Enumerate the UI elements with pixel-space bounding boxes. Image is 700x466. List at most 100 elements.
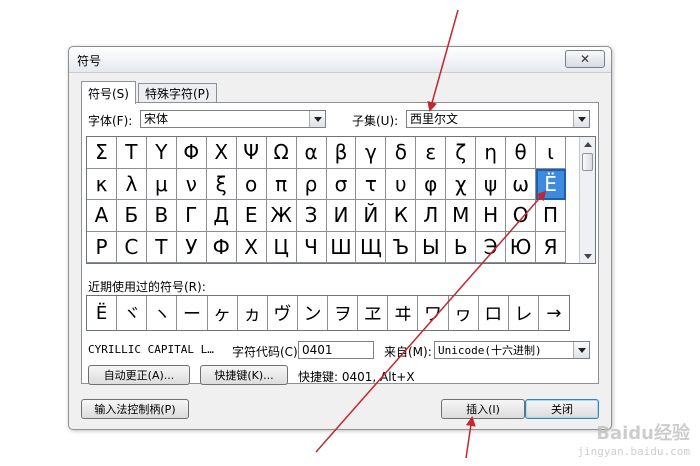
- symbol-cell[interactable]: Ь: [446, 231, 477, 263]
- recent-symbol-cell[interactable]: ヾ: [117, 296, 148, 330]
- symbol-cell[interactable]: Б: [116, 200, 147, 232]
- symbol-cell[interactable]: Ж: [266, 200, 297, 232]
- symbol-cell[interactable]: Й: [356, 200, 387, 232]
- symbol-cell[interactable]: Ю: [506, 231, 537, 263]
- recent-symbol-cell[interactable]: ヶ: [207, 296, 238, 330]
- symbol-cell[interactable]: О: [506, 200, 537, 232]
- symbol-cell[interactable]: П: [536, 200, 566, 232]
- symbol-cell[interactable]: α: [296, 137, 327, 169]
- symbol-grid-scrollbar[interactable]: [579, 137, 595, 263]
- autocorrect-button[interactable]: 自动更正(A)...: [88, 365, 190, 385]
- from-select[interactable]: Unicode(十六进制): [434, 341, 590, 359]
- symbol-cell[interactable]: χ: [446, 168, 477, 200]
- symbol-cell[interactable]: Я: [536, 231, 566, 263]
- recent-symbol-cell[interactable]: ワ: [418, 296, 449, 330]
- close-window-button[interactable]: ✕: [565, 50, 605, 68]
- font-select[interactable]: 宋体: [140, 110, 326, 128]
- symbol-cell[interactable]: Ч: [296, 231, 327, 263]
- symbol-cell[interactable]: А: [87, 200, 117, 232]
- tab-symbols[interactable]: 符号(S): [81, 81, 136, 104]
- symbol-cell[interactable]: Ф: [206, 231, 237, 263]
- close-button[interactable]: 关闭: [525, 399, 599, 419]
- recent-symbol-cell[interactable]: ヰ: [388, 296, 419, 330]
- symbol-cell[interactable]: γ: [356, 137, 387, 169]
- symbol-cell[interactable]: Л: [416, 200, 447, 232]
- tab-special-characters[interactable]: 特殊字符(P): [138, 83, 217, 103]
- recent-symbol-cell[interactable]: ヲ: [328, 296, 359, 330]
- symbol-cell[interactable]: Ш: [326, 231, 357, 263]
- symbol-cell[interactable]: λ: [116, 168, 147, 200]
- symbol-cell[interactable]: δ: [386, 137, 417, 169]
- symbol-cell[interactable]: ι: [536, 137, 566, 169]
- symbol-cell[interactable]: Р: [87, 231, 117, 263]
- recent-symbol-cell[interactable]: →: [538, 296, 569, 330]
- symbol-cell[interactable]: υ: [386, 168, 417, 200]
- recent-symbol-cell[interactable]: ー: [177, 296, 208, 330]
- symbol-cell[interactable]: ρ: [296, 168, 327, 200]
- char-code-input[interactable]: 0401: [298, 341, 374, 359]
- scrollbar-thumb[interactable]: [582, 153, 593, 171]
- chevron-down-icon[interactable]: [573, 111, 589, 127]
- symbol-cell[interactable]: Ы: [416, 231, 447, 263]
- scroll-up-icon[interactable]: [580, 137, 595, 151]
- symbol-cell[interactable]: Э: [476, 231, 507, 263]
- recent-symbol-cell[interactable]: ロ: [478, 296, 509, 330]
- symbol-cell[interactable]: ξ: [206, 168, 237, 200]
- symbol-cell[interactable]: Х: [236, 231, 267, 263]
- symbol-cell[interactable]: ψ: [476, 168, 507, 200]
- chevron-down-icon[interactable]: [309, 111, 325, 127]
- recent-symbol-cell[interactable]: レ: [508, 296, 539, 330]
- recent-symbol-cell[interactable]: ン: [297, 296, 328, 330]
- chevron-down-icon[interactable]: [573, 342, 589, 358]
- symbol-cell[interactable]: Щ: [356, 231, 387, 263]
- shortcut-key-button[interactable]: 快捷键(K)...: [200, 365, 288, 385]
- symbol-cell[interactable]: Ω: [266, 137, 297, 169]
- symbol-cell[interactable]: θ: [506, 137, 537, 169]
- symbol-cell[interactable]: З: [296, 200, 327, 232]
- symbol-cell[interactable]: Φ: [176, 137, 207, 169]
- symbol-cell[interactable]: К: [386, 200, 417, 232]
- symbol-cell[interactable]: И: [326, 200, 357, 232]
- symbol-cell[interactable]: Σ: [87, 137, 117, 169]
- recent-symbol-cell[interactable]: ヽ: [147, 296, 178, 330]
- symbol-cell[interactable]: Υ: [146, 137, 177, 169]
- symbol-cell[interactable]: Τ: [116, 137, 147, 169]
- symbol-cell[interactable]: ο: [236, 168, 267, 200]
- ime-control-button[interactable]: 输入法控制柄(P): [81, 399, 189, 419]
- symbol-cell[interactable]: μ: [146, 168, 177, 200]
- recent-symbol-cell[interactable]: Ë: [87, 296, 118, 330]
- symbol-cell[interactable]: ζ: [446, 137, 477, 169]
- symbol-cell[interactable]: ω: [506, 168, 537, 200]
- insert-button[interactable]: 插入(I): [441, 399, 525, 419]
- symbol-cell[interactable]: Ъ: [386, 231, 417, 263]
- symbol-cell[interactable]: ε: [416, 137, 447, 169]
- symbol-cell[interactable]: У: [176, 231, 207, 263]
- recent-symbol-cell[interactable]: ヵ: [237, 296, 268, 330]
- subset-label: 子集(U):: [352, 114, 399, 128]
- recent-symbol-cell[interactable]: ヮ: [448, 296, 479, 330]
- recent-symbol-cell[interactable]: ヴ: [267, 296, 298, 330]
- symbol-cell[interactable]: М: [446, 200, 477, 232]
- symbol-cell[interactable]: В: [146, 200, 177, 232]
- symbol-cell[interactable]: τ: [356, 168, 387, 200]
- symbol-cell[interactable]: Н: [476, 200, 507, 232]
- recent-symbol-cell[interactable]: ヱ: [358, 296, 389, 330]
- symbol-cell[interactable]: Ψ: [236, 137, 267, 169]
- symbol-cell[interactable]: Ц: [266, 231, 297, 263]
- subset-select[interactable]: 西里尔文: [406, 110, 590, 128]
- symbol-cell[interactable]: Д: [206, 200, 237, 232]
- scroll-down-icon[interactable]: [580, 249, 595, 263]
- symbol-cell-selected[interactable]: Ё: [536, 168, 566, 200]
- symbol-cell[interactable]: С: [116, 231, 147, 263]
- symbol-cell[interactable]: η: [476, 137, 507, 169]
- symbol-cell[interactable]: κ: [87, 168, 117, 200]
- symbol-cell[interactable]: ν: [176, 168, 207, 200]
- symbol-cell[interactable]: σ: [326, 168, 357, 200]
- symbol-cell[interactable]: Е: [236, 200, 267, 232]
- symbol-cell[interactable]: Χ: [206, 137, 237, 169]
- symbol-cell[interactable]: Г: [176, 200, 207, 232]
- symbol-cell[interactable]: β: [326, 137, 357, 169]
- symbol-cell[interactable]: π: [266, 168, 297, 200]
- symbol-cell[interactable]: Т: [146, 231, 177, 263]
- symbol-cell[interactable]: φ: [416, 168, 447, 200]
